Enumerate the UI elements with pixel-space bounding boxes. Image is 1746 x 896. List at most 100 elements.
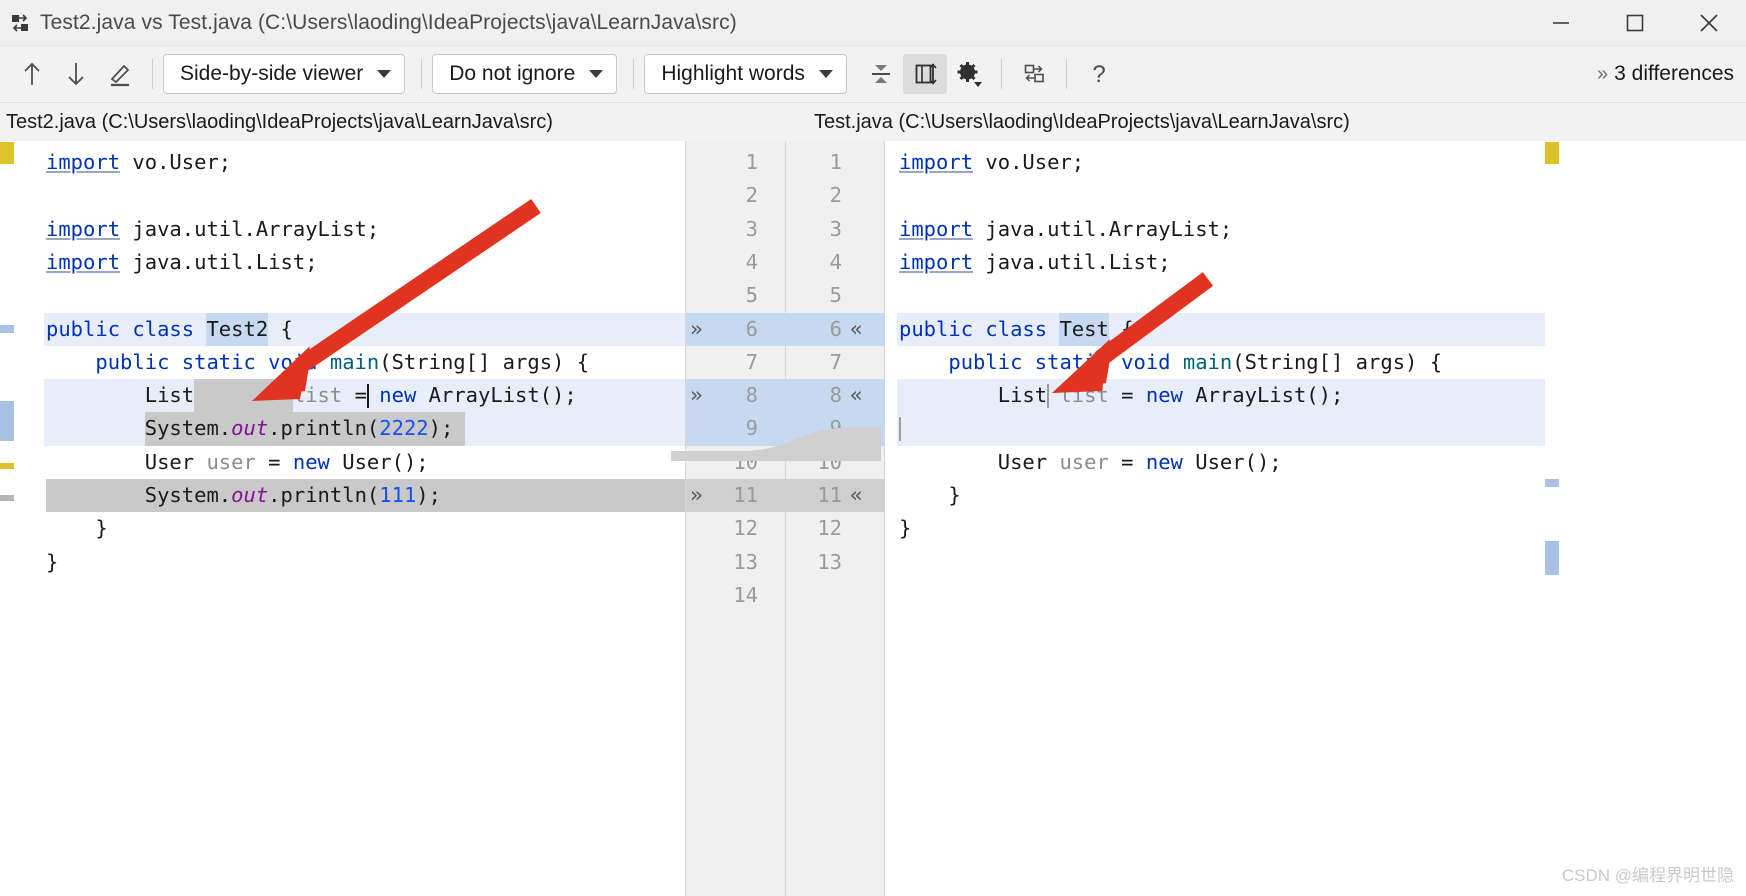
swap-sides-button[interactable]	[1012, 54, 1056, 94]
window-controls	[1524, 0, 1746, 46]
watermark-text: CSDN @编程界明世隐	[1561, 866, 1734, 885]
swap-icon	[1024, 64, 1044, 83]
apply-left-chevron-icon[interactable]: «	[850, 479, 863, 512]
apply-right-chevron-icon[interactable]: »	[690, 379, 703, 412]
change-marker-yellow	[0, 142, 14, 164]
code-line[interactable]: }	[897, 512, 1545, 545]
code-line[interactable]: }	[44, 546, 685, 579]
code-line-text: }	[899, 483, 961, 507]
chevron-down-icon	[377, 70, 392, 78]
gutter-row: 22	[686, 179, 886, 212]
change-marker-yellow-2	[0, 463, 14, 469]
edit-source-button[interactable]	[98, 54, 142, 94]
highlight-mode-dropdown[interactable]: Highlight words	[644, 54, 847, 94]
change-marker-blue-right-2	[1545, 541, 1559, 575]
code-line-text: import vo.User;	[46, 150, 232, 174]
code-line[interactable]	[44, 179, 685, 212]
gutter-row: 77	[686, 346, 886, 379]
previous-difference-button[interactable]	[10, 54, 54, 94]
left-line-number: 2	[745, 183, 758, 208]
code-line[interactable]: import vo.User;	[897, 146, 1545, 179]
right-line-number: 3	[829, 216, 842, 241]
gutter-row: 33	[686, 213, 886, 246]
gear-icon	[957, 62, 982, 87]
toolbar-overflow-button[interactable]: »	[1591, 63, 1614, 86]
code-line[interactable]	[897, 179, 1545, 212]
code-line[interactable]	[897, 412, 1545, 446]
code-line-text: import java.util.List;	[46, 249, 318, 274]
code-line[interactable]	[44, 279, 685, 312]
code-line-text: }	[899, 516, 912, 541]
toolbar: Side-by-side viewer Do not ignore Highli…	[0, 46, 1746, 103]
right-line-number: 1	[829, 150, 842, 174]
svg-text:?: ?	[1092, 61, 1105, 88]
help-button[interactable]: ?	[1077, 54, 1121, 94]
code-line[interactable]: User user = new User();	[44, 446, 685, 479]
highlight-mode-label: Highlight words	[661, 62, 805, 85]
viewer-mode-dropdown[interactable]: Side-by-side viewer	[163, 54, 406, 94]
code-line-text: }	[46, 549, 59, 574]
title-bar: Test2.java vs Test.java (C:\Users\laodin…	[0, 0, 1746, 46]
question-mark-icon: ?	[1092, 61, 1105, 88]
code-line[interactable]: public class Test2 {	[44, 312, 685, 346]
code-line[interactable]: import java.util.List;	[44, 246, 685, 279]
apply-left-chevron-icon[interactable]: «	[850, 313, 863, 346]
sync-scroll-button[interactable]	[902, 54, 947, 94]
ignore-mode-dropdown[interactable]: Do not ignore	[432, 54, 618, 94]
gutter-row: 99	[686, 412, 886, 446]
left-editor-pane[interactable]: import vo.User; import java.util.ArrayLis…	[14, 141, 685, 896]
left-line-number: 9	[745, 416, 758, 441]
code-line[interactable]: import java.util.ArrayList;	[897, 213, 1545, 246]
code-line[interactable]: public static void main(String[] args) {	[897, 346, 1545, 379]
maximize-button[interactable]	[1598, 0, 1672, 46]
apply-right-chevron-icon[interactable]: »	[690, 313, 703, 346]
close-button[interactable]	[1672, 0, 1746, 46]
collapse-unchanged-button[interactable]	[859, 54, 903, 94]
text-caret	[1046, 384, 1049, 409]
settings-button[interactable]	[947, 54, 991, 94]
minimize-button[interactable]	[1524, 0, 1598, 46]
right-change-markers	[1545, 141, 1559, 896]
right-editor-pane[interactable]: import vo.User; import java.util.ArrayLis…	[885, 141, 1545, 896]
code-line[interactable]: }	[897, 479, 1545, 512]
code-line[interactable]: import java.util.List;	[897, 246, 1545, 279]
code-line-text: public class Test2 {	[46, 316, 293, 341]
right-line-number: 9	[829, 416, 842, 441]
collapse-lines-icon	[871, 65, 890, 83]
change-marker-yellow-right	[1545, 142, 1559, 164]
code-line-text: User user = new User();	[899, 449, 1282, 474]
code-line-text: public class Test {	[899, 316, 1134, 341]
code-line-text: System.out.println(111);	[46, 483, 441, 507]
text-caret	[899, 417, 901, 442]
left-line-number: 1	[745, 150, 758, 174]
code-line[interactable]: System.out.println(2222);	[44, 412, 685, 446]
right-line-number: 10	[817, 449, 842, 474]
code-line[interactable]: import java.util.ArrayList;	[44, 213, 685, 246]
left-line-number: 3	[745, 216, 758, 241]
change-marker-gray	[0, 495, 14, 501]
next-difference-button[interactable]	[54, 54, 98, 94]
left-line-number: 10	[733, 449, 758, 474]
code-line[interactable]: }	[44, 512, 685, 545]
code-line[interactable]: import vo.User;	[44, 146, 685, 179]
gutter-row: 44	[686, 246, 886, 279]
code-line-text: }	[46, 516, 108, 541]
code-line[interactable]: public static void main(String[] args) {	[44, 346, 685, 379]
code-line-text: public static void main(String[] args) {	[46, 349, 590, 374]
code-line[interactable]: User user = new User();	[897, 446, 1545, 479]
left-line-number: 5	[745, 283, 758, 308]
code-line[interactable]: List list = new ArrayList();	[44, 379, 685, 413]
diff-compare-icon	[0, 0, 40, 46]
code-line[interactable]: public class Test {	[897, 312, 1545, 346]
toolbar-separator-4	[1000, 59, 1002, 89]
apply-left-chevron-icon[interactable]: «	[850, 379, 863, 412]
code-line-text: List list = new ArrayList();	[899, 383, 1344, 408]
code-line[interactable]: List list = new ArrayList();	[897, 379, 1545, 413]
ignore-mode-label: Do not ignore	[449, 62, 576, 85]
left-line-number: 11	[733, 483, 758, 507]
gutter-row: 12 12	[686, 512, 886, 545]
apply-right-chevron-icon[interactable]: »	[690, 479, 703, 512]
arrow-up-icon	[24, 62, 40, 85]
left-line-number: 14	[733, 582, 758, 607]
code-line[interactable]	[897, 279, 1545, 312]
